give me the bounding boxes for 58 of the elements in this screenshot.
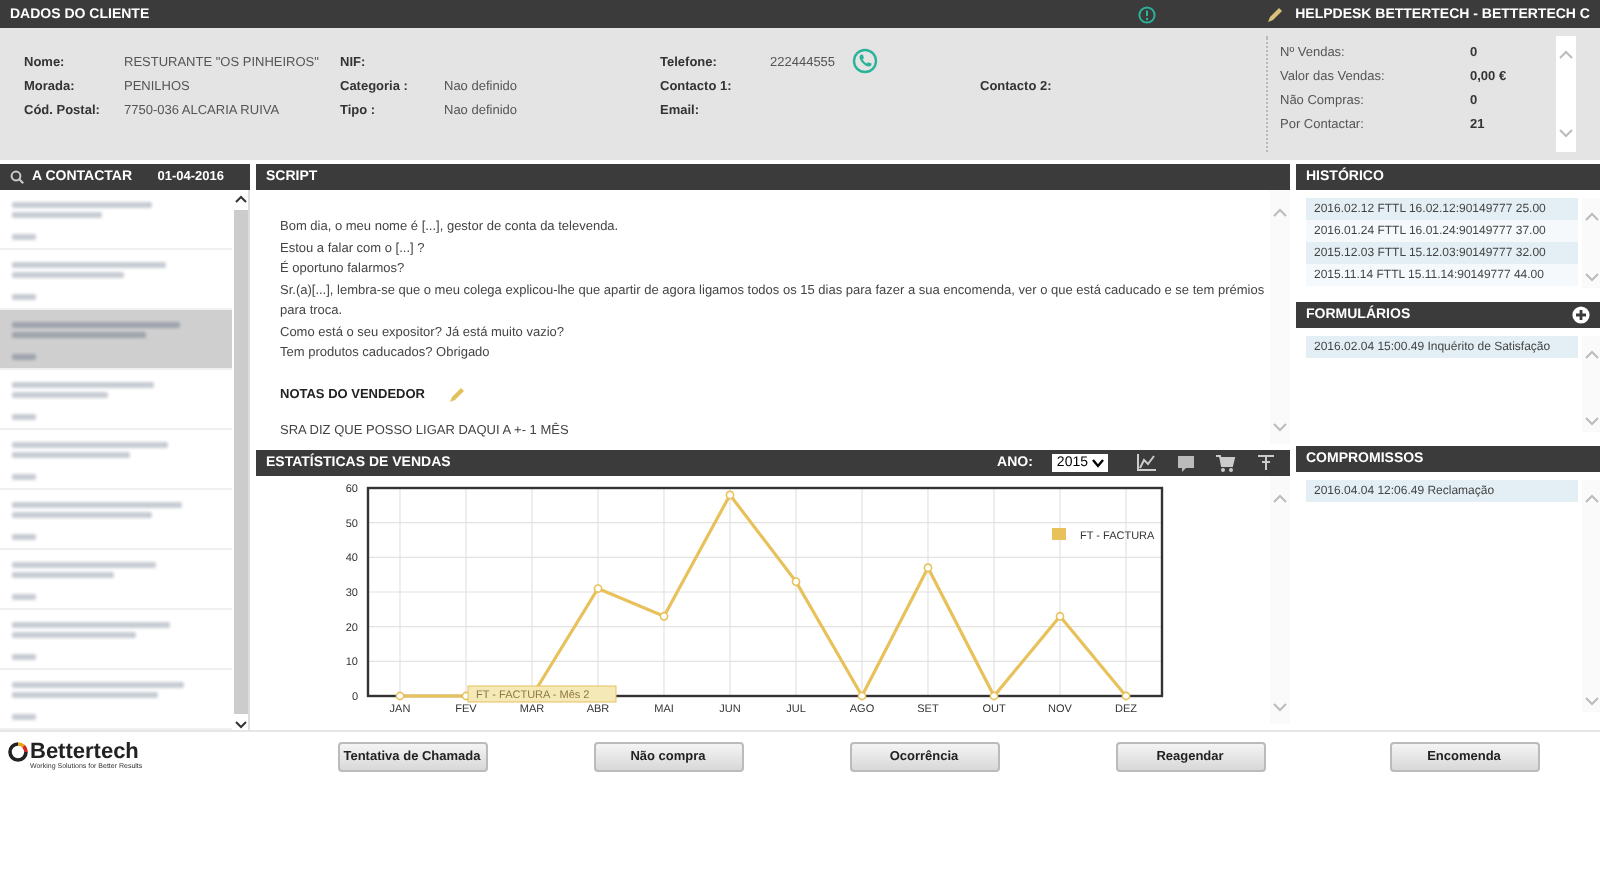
blurred-text xyxy=(12,452,130,458)
blurred-text xyxy=(12,654,36,660)
data-point xyxy=(725,490,735,500)
data-point xyxy=(989,691,999,701)
scroll-down-icon xyxy=(233,720,247,730)
search-icon xyxy=(10,170,24,184)
scroll-up-icon xyxy=(1583,492,1599,504)
scroll-down-icon xyxy=(1558,128,1574,140)
blurred-text xyxy=(12,354,36,360)
blurred-text xyxy=(12,594,36,600)
comment-icon xyxy=(1176,454,1196,472)
blurred-text xyxy=(12,714,36,720)
pencil-icon xyxy=(448,385,467,403)
data-point xyxy=(395,691,405,701)
scroll-down-icon xyxy=(1583,416,1599,428)
scroll-down-icon xyxy=(1583,696,1599,708)
blurred-text xyxy=(12,382,154,388)
pencil-icon xyxy=(1265,5,1284,23)
data-point xyxy=(1121,691,1131,701)
data-point xyxy=(923,563,933,573)
blurred-text xyxy=(12,202,152,208)
add-icon[interactable] xyxy=(1572,306,1590,324)
scroll-up-icon xyxy=(1272,492,1288,504)
scroll-down-icon xyxy=(1583,272,1599,284)
blurred-text xyxy=(12,234,36,240)
scroll-up-icon xyxy=(1272,206,1288,218)
logo-icon xyxy=(8,742,28,762)
scroll-down-icon xyxy=(1272,422,1288,434)
blurred-text xyxy=(12,392,108,398)
phone-icon xyxy=(851,48,878,74)
blurred-text xyxy=(12,474,36,480)
blurred-text xyxy=(12,272,124,278)
scroll-up-icon xyxy=(1583,210,1599,222)
blurred-text xyxy=(12,534,36,540)
data-point xyxy=(659,611,669,621)
blurred-text xyxy=(12,632,136,638)
line-chart-icon xyxy=(1136,454,1156,472)
scrollbar-thumb[interactable] xyxy=(233,210,247,714)
cart-icon xyxy=(1216,454,1236,472)
scroll-up-icon xyxy=(1583,348,1599,360)
info-icon xyxy=(1137,5,1156,23)
blurred-text xyxy=(12,212,102,218)
blurred-text xyxy=(12,512,152,518)
data-point xyxy=(593,584,603,593)
data-point xyxy=(857,691,867,701)
list-item[interactable] xyxy=(0,310,232,370)
blurred-text xyxy=(12,414,36,420)
blurred-text xyxy=(12,572,114,578)
scroll-down-icon xyxy=(1272,702,1288,714)
blurred-text xyxy=(12,562,156,568)
scroll-up-icon xyxy=(1558,48,1574,60)
data-point xyxy=(791,577,801,586)
logo-text: Bettertech xyxy=(30,742,139,762)
scroll-up-icon xyxy=(233,194,247,204)
legend-swatch xyxy=(1052,528,1066,540)
caret-icon xyxy=(1092,458,1104,468)
blurred-text xyxy=(12,294,36,300)
data-point xyxy=(1055,611,1065,621)
